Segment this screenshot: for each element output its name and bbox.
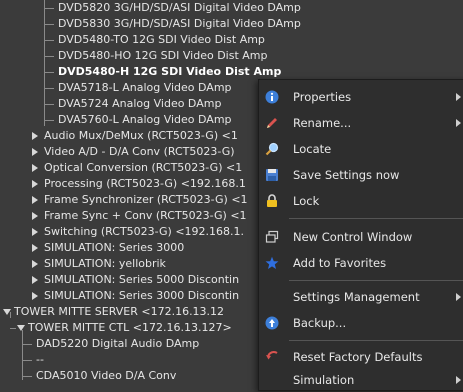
submenu-arrow-icon bbox=[456, 119, 461, 127]
tree-item[interactable]: DVD5480-HO 12G SDI Video Dist Amp bbox=[0, 48, 267, 64]
menu-label: Properties bbox=[293, 90, 352, 104]
menu-separator bbox=[289, 340, 463, 341]
menu-item-add-to-favorites[interactable]: Add to Favorites bbox=[259, 251, 463, 275]
tree-item[interactable]: CDA5010 Video D/A Conv bbox=[0, 368, 176, 384]
expand-arrow-icon[interactable] bbox=[32, 180, 38, 188]
expand-arrow-icon[interactable] bbox=[32, 196, 38, 204]
magnifier-icon bbox=[265, 142, 279, 156]
menu-label: Save Settings now bbox=[293, 168, 400, 182]
tree-group[interactable]: TOWER MITTE CTL <172.16.13.127> bbox=[0, 320, 232, 336]
menu-item-locate[interactable]: Locate bbox=[259, 137, 463, 161]
tree-group[interactable]: Audio Mux/DeMux (RCT5023-G) <1 bbox=[0, 128, 238, 144]
menu-separator bbox=[289, 280, 463, 281]
pencil-icon bbox=[265, 116, 279, 130]
menu-label: Backup... bbox=[293, 316, 347, 330]
expand-arrow-icon[interactable] bbox=[32, 212, 38, 220]
menu-label: Add to Favorites bbox=[293, 256, 387, 270]
tree-group[interactable]: Processing (RCT5023-G) <192.168.1 bbox=[0, 176, 246, 192]
expand-arrow-icon[interactable] bbox=[32, 244, 38, 252]
star-icon bbox=[265, 256, 279, 270]
expand-arrow-icon[interactable] bbox=[32, 292, 38, 300]
menu-label: New Control Window bbox=[293, 230, 413, 244]
padlock-icon bbox=[265, 194, 279, 208]
submenu-arrow-icon bbox=[456, 376, 461, 384]
tree-item[interactable]: DVA5760-L Analog Video DAmp bbox=[0, 112, 232, 128]
tree-item[interactable]: DAD5220 Digital Audio DAmp bbox=[0, 336, 199, 352]
menu-separator bbox=[289, 218, 463, 219]
expand-arrow-icon[interactable] bbox=[32, 132, 38, 140]
tree-group[interactable]: SIMULATION: Series 5000 Discontin bbox=[0, 272, 239, 288]
collapse-arrow-icon[interactable] bbox=[3, 309, 11, 315]
tree-item-selected[interactable]: DVD5480-H 12G SDI Video Dist Amp bbox=[0, 64, 281, 80]
tree-item[interactable]: DVA5724 Analog Video DAmp bbox=[0, 96, 221, 112]
menu-item-backup[interactable]: Backup... bbox=[259, 311, 463, 335]
expand-arrow-icon[interactable] bbox=[32, 260, 38, 268]
menu-item-rename[interactable]: Rename... bbox=[259, 111, 463, 135]
menu-item-properties[interactable]: Properties bbox=[259, 85, 463, 109]
collapse-arrow-icon[interactable] bbox=[17, 325, 25, 331]
menu-item-save-settings[interactable]: Save Settings now bbox=[259, 163, 463, 187]
expand-arrow-icon[interactable] bbox=[32, 148, 38, 156]
tree-item[interactable]: DVD5830 3G/HD/SD/ASI Digital Video DAmp bbox=[0, 16, 301, 32]
menu-label: Lock bbox=[293, 194, 320, 208]
submenu-arrow-icon bbox=[456, 93, 461, 101]
floppy-disk-icon bbox=[265, 168, 279, 182]
info-icon bbox=[265, 90, 279, 104]
tree-item[interactable]: -- bbox=[0, 352, 44, 368]
expand-arrow-icon[interactable] bbox=[32, 276, 38, 284]
tree-group[interactable]: Switching (RCT5023-G) <192.168.1. bbox=[0, 224, 244, 240]
tree-item[interactable]: DVA5718-L Analog Video DAmp bbox=[0, 80, 232, 96]
menu-item-settings-management[interactable]: Settings Management bbox=[259, 285, 463, 309]
menu-item-lock[interactable]: Lock bbox=[259, 189, 463, 213]
menu-label: Settings Management bbox=[293, 290, 420, 304]
backup-icon bbox=[265, 316, 279, 330]
tree-group[interactable]: SIMULATION: Series 3000 bbox=[0, 240, 184, 256]
window-icon bbox=[265, 230, 279, 244]
expand-arrow-icon[interactable] bbox=[32, 228, 38, 236]
tree-group[interactable]: TOWER MITTE SERVER <172.16.13.12 bbox=[0, 304, 224, 320]
expand-arrow-icon[interactable] bbox=[32, 164, 38, 172]
context-menu: Properties Rename... Locate Save Setting… bbox=[258, 79, 463, 391]
tree-group[interactable]: Video A/D - D/A Conv (RCT5023-G) bbox=[0, 144, 235, 160]
tree-group[interactable]: SIMULATION: Series 3000 Discontin bbox=[0, 288, 239, 304]
tree-item[interactable]: DVD5480-TO 12G SDI Video Dist Amp bbox=[0, 32, 265, 48]
tree-group[interactable]: Frame Synchronizer (RCT5023-G) <1 bbox=[0, 192, 248, 208]
tree-item[interactable]: DVD5820 3G/HD/SD/ASI Digital Video DAmp bbox=[0, 0, 301, 16]
menu-label: Locate bbox=[293, 142, 332, 156]
menu-item-simulation[interactable]: Simulation bbox=[259, 368, 463, 392]
tree-group[interactable]: Frame Sync + Conv (RCT5023-G) <1 bbox=[0, 208, 247, 224]
menu-item-new-control-window[interactable]: New Control Window bbox=[259, 225, 463, 249]
menu-label: Reset Factory Defaults bbox=[293, 350, 423, 364]
reset-icon bbox=[265, 350, 279, 364]
menu-item-reset-factory-defaults[interactable]: Reset Factory Defaults bbox=[259, 345, 463, 369]
tree-group[interactable]: Optical Conversion (RCT5023-G) <1 bbox=[0, 160, 242, 176]
submenu-arrow-icon bbox=[456, 293, 461, 301]
menu-label: Rename... bbox=[293, 116, 352, 130]
tree-group[interactable]: SIMULATION: yellobrik bbox=[0, 256, 166, 272]
